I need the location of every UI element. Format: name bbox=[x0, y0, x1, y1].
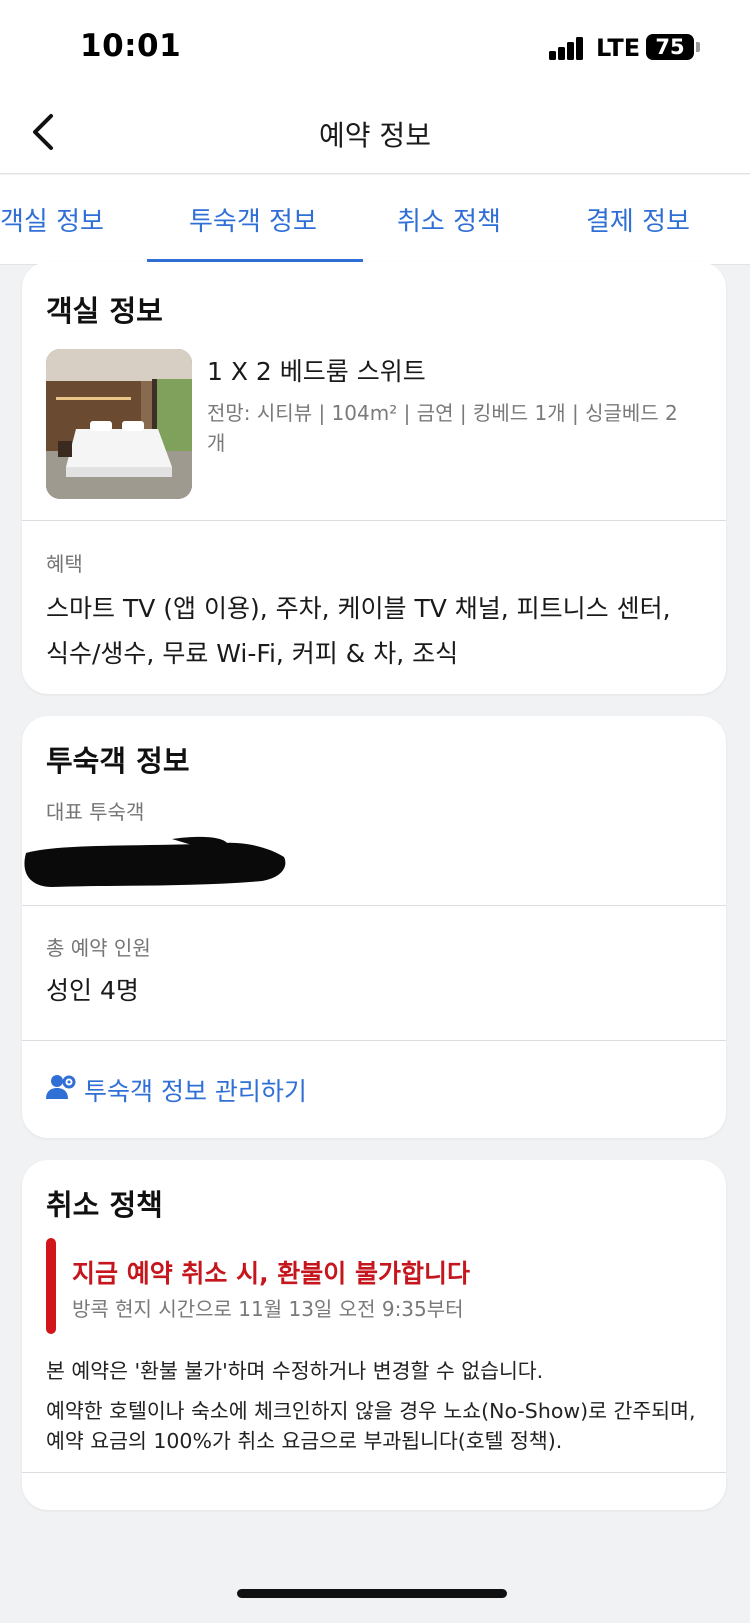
alert-bar bbox=[46, 1238, 56, 1334]
cancel-card-title: 취소 정책 bbox=[46, 1188, 163, 1222]
battery-icon: 75 bbox=[646, 34, 694, 60]
policy-text-2: 예약한 호텔이나 숙소에 체크인하지 않을 경우 노쇼(No-Show)로 간주… bbox=[46, 1399, 696, 1453]
nav-header: 예약 정보 bbox=[0, 100, 750, 174]
divider bbox=[22, 1040, 726, 1041]
room-card-title: 객실 정보 bbox=[46, 294, 163, 328]
manage-guest-link[interactable]: 투숙객 정보 관리하기 bbox=[46, 1072, 307, 1108]
battery-tip bbox=[696, 42, 700, 52]
redacted-guest-name bbox=[22, 831, 292, 891]
refund-alert-subtitle: 방콕 현지 시간으로 11월 13일 오전 9:35부터 bbox=[72, 1297, 464, 1321]
cancel-policy-card: 취소 정책 지금 예약 취소 시, 환불이 불가합니다 방콕 현지 시간으로 1… bbox=[22, 1160, 726, 1510]
benefits-label: 혜택 bbox=[46, 552, 83, 576]
divider bbox=[22, 520, 726, 521]
signal-icon bbox=[549, 36, 585, 60]
status-time: 10:01 bbox=[80, 28, 182, 64]
room-info-card: 객실 정보 1 X 2 베드룸 스위트 전망: 시티뷰 | 104m² | 금연… bbox=[22, 262, 726, 694]
home-indicator[interactable] bbox=[237, 1589, 507, 1598]
user-gear-icon bbox=[46, 1073, 76, 1107]
tab-room-info[interactable]: 객실 정보 bbox=[0, 201, 104, 238]
tab-cancel-policy[interactable]: 취소 정책 bbox=[397, 201, 501, 238]
main-guest-label: 대표 투숙객 bbox=[46, 800, 145, 824]
status-bar: 10:01 LTE 75 bbox=[0, 0, 750, 100]
refund-alert-title: 지금 예약 취소 시, 환불이 불가합니다 bbox=[72, 1259, 471, 1288]
tab-bar: 객실 정보 투숙객 정보 취소 정책 결제 정보 bbox=[0, 175, 750, 265]
guest-card-title: 투숙객 정보 bbox=[46, 744, 190, 778]
guest-info-card: 투숙객 정보 대표 투숙객 총 예약 인원 성인 4명 투숙객 정보 관리하기 bbox=[22, 716, 726, 1138]
room-name: 1 X 2 베드룸 스위트 bbox=[207, 357, 426, 386]
tab-guest-info[interactable]: 투숙객 정보 bbox=[189, 201, 317, 238]
page-title: 예약 정보 bbox=[319, 119, 431, 152]
network-type: LTE bbox=[596, 34, 641, 62]
tab-payment-info[interactable]: 결제 정보 bbox=[586, 201, 690, 238]
benefits-text: 스마트 TV (앱 이용), 주차, 케이블 TV 채널, 피트니스 센터, 식… bbox=[46, 594, 671, 668]
room-photo[interactable] bbox=[46, 349, 192, 499]
divider bbox=[22, 905, 726, 906]
total-guests-value: 성인 4명 bbox=[46, 976, 139, 1005]
total-guests-label: 총 예약 인원 bbox=[46, 936, 151, 960]
divider bbox=[22, 1472, 726, 1473]
room-description: 전망: 시티뷰 | 104m² | 금연 | 킹베드 1개 | 싱글베드 2개 bbox=[207, 401, 678, 455]
manage-guest-label: 투숙객 정보 관리하기 bbox=[84, 1077, 307, 1106]
policy-text-1: 본 예약은 '환불 불가'하며 수정하거나 변경할 수 없습니다. bbox=[46, 1359, 544, 1383]
